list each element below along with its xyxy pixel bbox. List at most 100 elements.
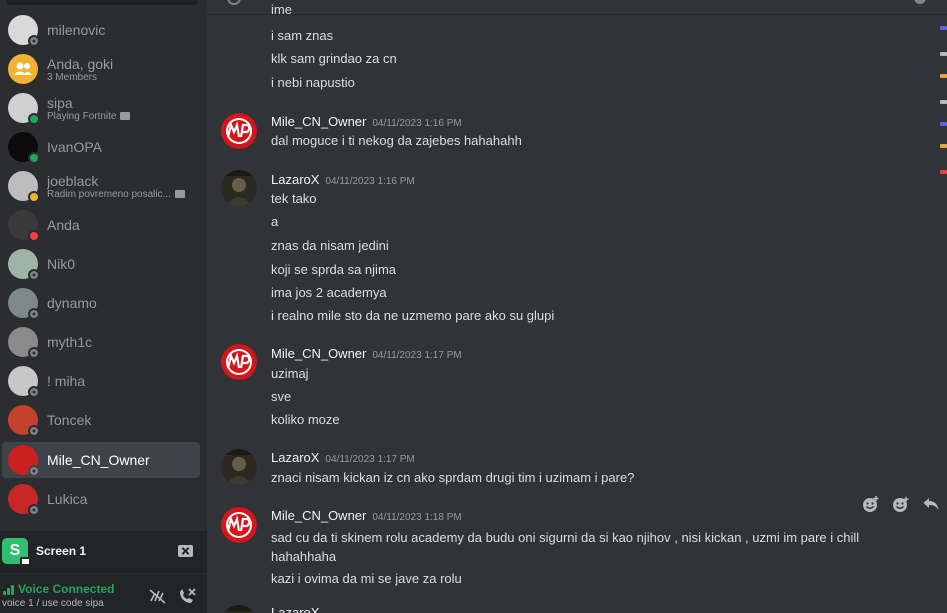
message-line: i sam znas — [271, 28, 334, 43]
message-line: znas da nisam jedini — [271, 238, 389, 253]
chat-area: ime i sam znas klk sam grindao za cn i nebi… — [207, 0, 947, 613]
message-author[interactable]: LazaroX — [271, 450, 319, 465]
status-indicator — [28, 191, 40, 203]
dm-name: dynamo — [47, 295, 97, 311]
message-line: tek tako — [271, 191, 317, 206]
status-indicator — [28, 152, 40, 164]
message-line: klk sam grindao za cn — [271, 51, 397, 66]
add-reaction-icon[interactable] — [862, 495, 880, 513]
dm-item[interactable]: IvanOPA — [2, 129, 200, 165]
dm-item[interactable]: milenovic — [2, 12, 200, 48]
message-avatar[interactable] — [221, 344, 257, 380]
dm-item[interactable]: Nik0 — [2, 246, 200, 282]
dm-item[interactable]: myth1c — [2, 324, 200, 360]
dm-item[interactable]: Toncek — [2, 402, 200, 438]
message-timestamp[interactable]: 04/11/2023 1:17 PM — [325, 454, 414, 465]
inbox-icon[interactable] — [914, 0, 926, 4]
message-header: LazaroX 04/11/2023 1:17 PM — [271, 450, 415, 465]
dm-name: Anda — [47, 217, 80, 233]
message-line: znaci nisam kickan iz cn ako sprdam drug… — [271, 470, 635, 485]
message-author[interactable]: LazaroX — [271, 172, 319, 187]
message-author-partial[interactable]: LazaroX — [271, 605, 319, 613]
message-line: koji se sprda sa njima — [271, 262, 396, 277]
status-indicator — [28, 425, 40, 437]
reply-icon[interactable] — [922, 495, 940, 513]
dm-name: ! miha — [47, 373, 86, 389]
rich-presence-icon — [174, 190, 185, 198]
avatar — [8, 15, 40, 47]
status-indicator — [28, 504, 40, 516]
message-avatar[interactable] — [221, 507, 257, 543]
message-line: uzimaj — [271, 366, 309, 381]
avatar — [8, 327, 40, 359]
stop-stream-button[interactable] — [178, 545, 193, 557]
message-line: ime — [271, 2, 292, 17]
disconnect-icon[interactable] — [178, 588, 196, 604]
dm-item[interactable]: sipa Playing Fortnite — [2, 90, 200, 126]
message-line: kazi i ovima da mi se jave za rolu — [271, 571, 462, 586]
dm-item[interactable]: Anda — [2, 207, 200, 243]
dm-name: joeblack — [47, 172, 99, 189]
signal-strength-icon[interactable] — [3, 585, 15, 595]
dm-name: Mile_CN_Owner — [47, 452, 150, 468]
screen-share-title: Screen 1 — [36, 544, 87, 558]
avatar — [8, 132, 40, 164]
message-avatar[interactable] — [221, 605, 257, 613]
voice-connection-panel: Voice Connected voice 1 / use code sipa — [0, 574, 207, 613]
avatar — [8, 445, 40, 477]
dm-subtext: Playing Fortnite — [47, 111, 197, 122]
avatar — [8, 171, 40, 203]
avatar — [8, 366, 40, 398]
dm-sidebar: milenovic Anda, goki 3 Members sipa Playing … — [0, 0, 207, 613]
dm-item[interactable]: joeblack Radim povremeno posalic... — [2, 168, 200, 204]
status-indicator — [28, 230, 40, 242]
message-author[interactable]: Mile_CN_Owner — [271, 346, 366, 361]
dm-subtext-label: Radim povremeno posalic... — [47, 188, 171, 200]
dm-list: milenovic Anda, goki 3 Members sipa Playing … — [0, 10, 207, 530]
dm-name: IvanOPA — [47, 139, 102, 155]
dm-name: myth1c — [47, 334, 93, 350]
message-timestamp[interactable]: 04/11/2023 1:17 PM — [372, 350, 461, 361]
dm-item[interactable]: Anda, goki 3 Members — [2, 51, 200, 87]
activity-edge-strip — [940, 22, 947, 182]
super-reaction-icon[interactable] — [892, 495, 910, 513]
channel-header-icon[interactable] — [227, 0, 241, 5]
message-avatar[interactable] — [221, 113, 257, 149]
message-line: koliko moze — [271, 412, 340, 427]
status-indicator — [28, 269, 40, 281]
avatar — [8, 249, 40, 281]
message-line: i realno mile sto da ne uzmemo pare ako … — [271, 308, 555, 323]
group-dm-icon — [8, 54, 38, 84]
avatar — [8, 210, 40, 242]
message-timestamp[interactable]: 04/11/2023 1:16 PM — [372, 118, 461, 129]
dm-item[interactable]: Lukica — [2, 481, 200, 517]
message-avatar[interactable] — [221, 170, 257, 206]
message-timestamp[interactable]: 04/11/2023 1:16 PM — [325, 176, 414, 187]
rich-presence-icon — [120, 112, 131, 120]
screen-share-panel: S Screen 1 — [0, 531, 207, 573]
message-author[interactable]: Mile_CN_Owner — [271, 114, 366, 129]
voice-status-text[interactable]: Voice Connected — [18, 582, 114, 596]
find-conversation-bar[interactable] — [6, 0, 198, 5]
dm-subtext: 3 Members — [47, 72, 197, 83]
noise-suppression-icon[interactable] — [149, 588, 167, 604]
message-line: ima jos 2 academya — [271, 285, 387, 300]
dm-name: Anda, goki — [47, 55, 114, 72]
dm-item[interactable]: ! miha — [2, 363, 200, 399]
status-indicator — [28, 35, 40, 47]
dm-name: Lukica — [47, 491, 88, 507]
message-author[interactable]: Mile_CN_Owner — [271, 508, 366, 523]
status-indicator — [28, 308, 40, 320]
message-avatar[interactable] — [221, 449, 257, 485]
dm-item[interactable]: dynamo — [2, 285, 200, 321]
dm-item[interactable]: Mile_CN_Owner — [2, 442, 200, 478]
dm-subtext-label: Playing Fortnite — [47, 110, 117, 122]
dm-name: sipa — [47, 94, 73, 111]
message-timestamp[interactable]: 04/11/2023 1:18 PM — [372, 512, 461, 523]
screen-share-app-icon: S — [2, 538, 31, 566]
voice-channel-text[interactable]: voice 1 / use code sipa — [2, 598, 104, 609]
message-line: i nebi napustio — [271, 75, 355, 90]
dm-name: milenovic — [47, 22, 106, 38]
avatar — [8, 405, 40, 437]
status-indicator — [28, 113, 40, 125]
